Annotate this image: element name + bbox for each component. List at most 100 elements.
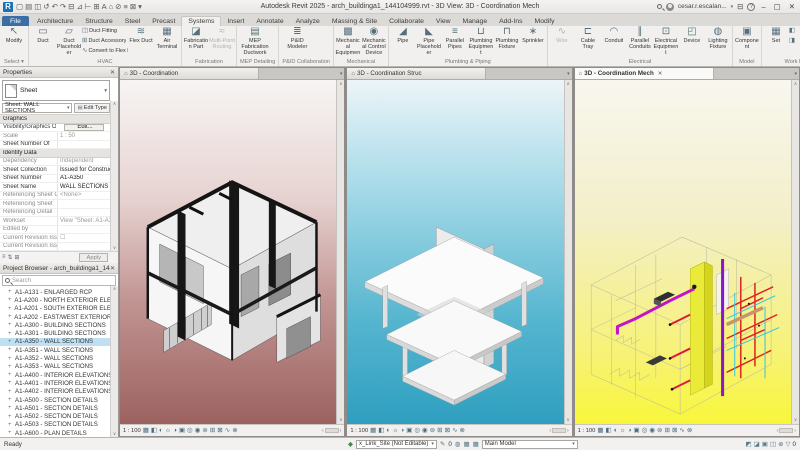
ribbon-button[interactable]: ▭ Duct bbox=[30, 26, 56, 57]
reveal-constraints-icon[interactable]: ⊗ bbox=[232, 426, 237, 436]
ribbon-button[interactable]: ≣ P&ID Modeler bbox=[280, 26, 314, 57]
ribbon-tab[interactable]: Massing & Site bbox=[326, 17, 383, 26]
ribbon-panel-label[interactable]: MEP Detailing bbox=[237, 57, 278, 66]
ribbon-tab[interactable]: Structure bbox=[79, 17, 119, 26]
sheet-item[interactable]: + A1-A401 - INTERIOR ELEVATIONS bbox=[0, 379, 118, 387]
ribbon-button[interactable]: ⊓ Plumbing Fixture bbox=[494, 26, 520, 57]
close-inactive-icon[interactable]: ⊠ bbox=[130, 2, 136, 12]
property-row[interactable]: Visibility/Graphics O... Edit... bbox=[0, 123, 110, 132]
ribbon-panel-label[interactable]: Work Plane bbox=[762, 57, 800, 66]
ribbon-button[interactable]: ◰ Device bbox=[679, 26, 705, 57]
shadows-icon[interactable]: ◑ bbox=[628, 426, 632, 436]
expand-icon[interactable]: + bbox=[8, 331, 13, 337]
tab-overflow-icon[interactable]: ▾ bbox=[567, 71, 570, 77]
select-underlay-icon[interactable]: ◪ bbox=[754, 440, 760, 448]
undo-icon[interactable]: ↶ bbox=[52, 2, 58, 12]
vertical-scrollbar[interactable]: ∧ ∨ bbox=[790, 80, 799, 424]
ribbon-button[interactable]: ▩ Mechanical Equipment bbox=[335, 26, 361, 57]
revit-logo-icon[interactable]: R bbox=[3, 1, 13, 12]
ribbon-button[interactable]: ∿ Convert to Flex Duct bbox=[82, 46, 128, 56]
expand-icon[interactable]: + bbox=[8, 347, 13, 353]
horizontal-scrollbar[interactable]: ‹ › bbox=[777, 428, 796, 434]
ribbon-panel-label[interactable]: Model bbox=[733, 57, 761, 66]
sheet-item[interactable]: + A1-A200 - NORTH EXTERIOR ELEVATION bbox=[0, 296, 118, 304]
sheet-item[interactable]: + A1-A201 - SOUTH EXTERIOR ELEVATION bbox=[0, 305, 118, 313]
view-tab-coordination[interactable]: ⌂ 3D - Coordination bbox=[120, 68, 260, 79]
ribbon-button[interactable]: ◫ Duct Fitting bbox=[82, 26, 128, 36]
detail-level-icon[interactable]: ◧ bbox=[378, 426, 384, 436]
property-row[interactable]: Edited by bbox=[0, 225, 110, 234]
view-tab-coordination-struc[interactable]: ⌂ 3D - Coordination Struc bbox=[347, 68, 487, 79]
horizontal-scrollbar[interactable]: ‹ › bbox=[322, 428, 341, 434]
sheet-item[interactable]: + A1-A300 - BUILDING SECTIONS bbox=[0, 321, 118, 329]
sync-icon[interactable]: ↺ bbox=[43, 2, 49, 12]
sheet-item[interactable]: + A1-A301 - BUILDING SECTIONS bbox=[0, 329, 118, 337]
property-row[interactable]: Referencing Sheet bbox=[0, 200, 110, 209]
detail-level-icon[interactable]: ◧ bbox=[151, 426, 157, 436]
design-option-select[interactable]: Main Model ▾ bbox=[481, 439, 578, 449]
document-icon[interactable]: ▢ bbox=[16, 2, 23, 12]
expand-icon[interactable]: + bbox=[8, 372, 13, 378]
view-scale[interactable]: 1 : 100 bbox=[123, 428, 141, 434]
expand-icon[interactable]: + bbox=[8, 389, 13, 395]
crop-view-icon[interactable]: ▣ bbox=[406, 426, 412, 436]
ribbon-button[interactable]: ◉ Mechanical Control Device bbox=[361, 26, 387, 57]
property-row[interactable]: Sheet Number A1-A350 bbox=[0, 174, 110, 183]
type-selector[interactable]: Sheet ▾ bbox=[2, 80, 110, 101]
print-icon[interactable]: ⊟ bbox=[68, 2, 74, 12]
minimize-button[interactable]: – bbox=[759, 2, 767, 11]
filter-icon[interactable]: ▽ bbox=[786, 440, 791, 448]
property-row[interactable]: Workset View "Sheet: A1-A350... bbox=[0, 217, 110, 226]
visual-style-icon[interactable]: ◐ bbox=[159, 426, 163, 436]
scroll-up-icon[interactable]: ∧ bbox=[113, 286, 116, 292]
expand-icon[interactable]: + bbox=[8, 306, 12, 312]
sun-path-icon[interactable]: ☼ bbox=[392, 426, 398, 436]
ribbon-panel-label[interactable]: P&ID Collaboration bbox=[279, 57, 333, 66]
editable-only-icon[interactable]: ✎ bbox=[440, 440, 445, 448]
measure-icon[interactable]: ⊿ bbox=[76, 2, 82, 12]
ribbon-button[interactable]: ⊡ Electrical Equipment bbox=[653, 26, 679, 57]
ribbon-panel-label[interactable]: Select ▾ bbox=[0, 57, 28, 66]
vertical-scrollbar[interactable]: ∧ ∨ bbox=[563, 80, 572, 424]
reveal-hidden-elements-icon[interactable]: ⊚ bbox=[430, 426, 435, 436]
scroll-up-icon[interactable]: ∧ bbox=[113, 101, 116, 107]
ribbon-button[interactable]: ▱ Duct Placeholder bbox=[56, 26, 82, 57]
drawing-area-coordination-struc[interactable]: ∧ ∨ bbox=[347, 80, 572, 424]
ribbon-tab[interactable]: Precast bbox=[146, 17, 181, 26]
show-analytical-model-icon[interactable]: ∿ bbox=[452, 426, 457, 436]
design-option-dropdown-icon[interactable]: ▾ bbox=[572, 441, 575, 447]
close-properties-icon[interactable]: ✕ bbox=[110, 69, 115, 76]
section-icon[interactable]: ⊘ bbox=[115, 2, 121, 12]
ribbon-button[interactable]: ◠ Conduit bbox=[601, 26, 627, 57]
ribbon-button[interactable]: ⊔ Plumbing Equipment bbox=[468, 26, 494, 57]
sort-ascending-icon[interactable]: ⇅ bbox=[8, 254, 13, 261]
crop-view-icon[interactable]: ▣ bbox=[634, 426, 640, 436]
ribbon-button[interactable]: ⊏ Cable Tray bbox=[575, 26, 601, 57]
ribbon-tab[interactable]: Modify bbox=[529, 17, 561, 26]
expand-icon[interactable]: + bbox=[8, 322, 13, 328]
expand-icon[interactable]: + bbox=[8, 380, 13, 386]
sheet-item[interactable]: + A1-A202 - EAST/WEST EXTERIOR ELEVAT bbox=[0, 313, 118, 321]
type-selector-dropdown-icon[interactable]: ▾ bbox=[104, 88, 107, 94]
ribbon-button[interactable]: ◪ Fabrication Part bbox=[183, 26, 209, 57]
ribbon-tab[interactable]: Add-Ins bbox=[493, 17, 528, 26]
add-parameter-icon[interactable]: ⊞ bbox=[15, 254, 20, 261]
show-crop-icon[interactable]: ▦ bbox=[597, 426, 603, 436]
property-row[interactable]: Graphics bbox=[0, 115, 110, 124]
property-row[interactable]: Sheet Number Of bbox=[0, 140, 110, 149]
view-scale[interactable]: 1 : 100 bbox=[578, 428, 596, 434]
sun-path-icon[interactable]: ☼ bbox=[165, 426, 171, 436]
sheet-item[interactable]: + A1-A131 - ENLARGED RCP bbox=[0, 288, 118, 296]
sheet-item[interactable]: + A1-A353 - WALL SECTIONS bbox=[0, 363, 118, 371]
user-dropdown-icon[interactable]: ▾ bbox=[731, 4, 734, 10]
sheet-item[interactable]: + A1-A600 - PLAN DETAILS bbox=[0, 429, 118, 437]
text-icon[interactable]: A bbox=[102, 2, 107, 12]
ribbon-button[interactable]: ≡ Parallel Pipes bbox=[442, 26, 468, 57]
design-options-grid-icon[interactable]: ▦ bbox=[463, 440, 469, 448]
ribbon-panel-label[interactable]: Plumbing & Piping bbox=[389, 57, 547, 66]
property-row[interactable]: Sheet Name WALL SECTIONS bbox=[0, 183, 110, 192]
temporary-hide-isolate-icon[interactable]: ◉ bbox=[422, 426, 428, 436]
expand-icon[interactable]: + bbox=[8, 430, 13, 436]
ribbon-tab[interactable]: Steel bbox=[119, 17, 147, 26]
show-crop-icon[interactable]: ▦ bbox=[370, 426, 376, 436]
